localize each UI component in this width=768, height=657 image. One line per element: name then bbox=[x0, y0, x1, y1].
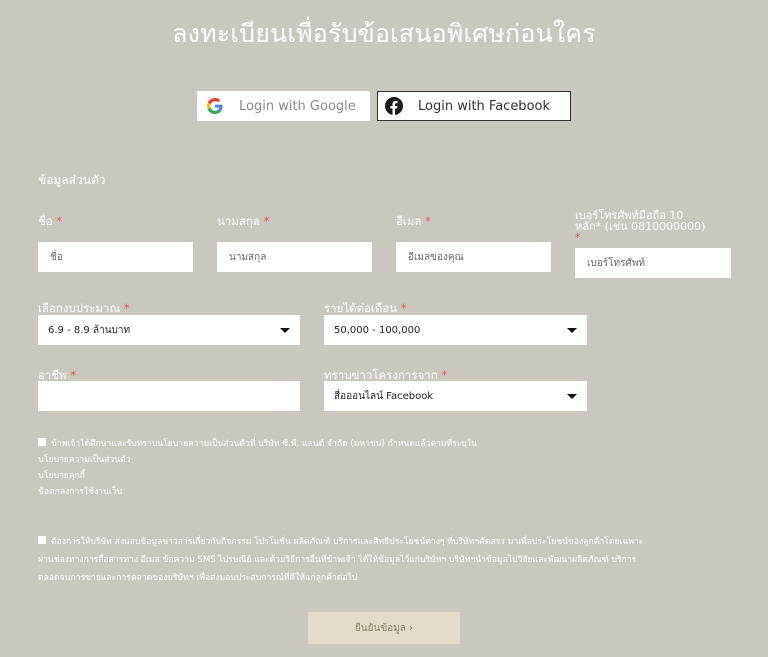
required-mark: * bbox=[263, 214, 270, 228]
login-facebook-button[interactable]: Login with Facebook bbox=[377, 91, 571, 121]
occupation-label-text: อาชีพ bbox=[38, 368, 67, 382]
source-value: สื่อออนไลน์ Facebook bbox=[334, 390, 434, 402]
email-label-text: อีเมล bbox=[396, 214, 422, 228]
consent-privacy: ข้าพเจ้าได้ศึกษาและรับทราบนโยบายความเป็น… bbox=[38, 436, 738, 500]
income-value: 50,000 - 100,000 bbox=[334, 324, 421, 336]
last-name-placeholder: นามสกุล bbox=[229, 251, 267, 263]
source-label: ทราบข่าวโครงการจาก * bbox=[324, 369, 447, 381]
chevron-down-icon bbox=[567, 328, 577, 333]
phone-label-line2: หลัก* (เช่น 0810000000) bbox=[575, 220, 706, 233]
login-facebook-label: Login with Facebook bbox=[418, 98, 550, 114]
budget-label: เลือกงบประมาณ * bbox=[38, 302, 130, 314]
first-name-label-text: ชื่อ bbox=[38, 214, 53, 228]
consent-marketing-line2: ผ่านช่องทางการสื่อสารทาง อีเมล ข้อความ S… bbox=[38, 555, 637, 565]
email-placeholder: อีเมลของคุณ bbox=[408, 251, 464, 263]
last-name-label-text: นามสกุล bbox=[217, 214, 260, 228]
cookie-policy-link[interactable]: นโยบายคุกกี้ bbox=[38, 468, 738, 484]
required-mark: * bbox=[400, 301, 407, 315]
required-mark: * bbox=[441, 368, 448, 382]
source-select[interactable]: สื่อออนไลน์ Facebook bbox=[324, 381, 587, 411]
chevron-down-icon bbox=[567, 394, 577, 399]
section-title-personal: ข้อมูลส่วนตัว bbox=[38, 173, 106, 187]
submit-label: ยืนยันข้อมูล › bbox=[354, 622, 414, 634]
registration-page: ลงทะเบียนเพื่อรับข้อเสนอพิเศษก่อนใคร Log… bbox=[0, 0, 768, 657]
occupation-label: อาชีพ * bbox=[38, 369, 76, 381]
consent-marketing: ต้องการให้บริษัท ส่งมอบข้อมูลข่าวสารเกี่… bbox=[38, 533, 748, 587]
consent-marketing-line1: ต้องการให้บริษัท ส่งมอบข้อมูลข่าวสารเกี่… bbox=[51, 537, 644, 547]
facebook-icon bbox=[384, 96, 404, 116]
required-mark: * bbox=[123, 301, 130, 315]
login-google-label: Login with Google bbox=[239, 98, 356, 114]
terms-of-use-link[interactable]: ข้อตกลงการใช้งานเว็บ bbox=[38, 484, 738, 500]
google-icon bbox=[205, 96, 225, 116]
submit-button[interactable]: ยืนยันข้อมูล › bbox=[308, 612, 460, 644]
first-name-input[interactable]: ชื่อ bbox=[38, 242, 193, 272]
page-title: ลงทะเบียนเพื่อรับข้อเสนอพิเศษก่อนใคร bbox=[172, 19, 596, 48]
login-google-button[interactable]: Login with Google bbox=[197, 91, 370, 121]
first-name-label: ชื่อ * bbox=[38, 215, 62, 227]
income-label: รายได้ต่อเดือน * bbox=[324, 302, 407, 314]
required-mark: * bbox=[70, 368, 77, 382]
source-label-text: ทราบข่าวโครงการจาก bbox=[324, 368, 438, 382]
required-mark: * bbox=[56, 214, 63, 228]
budget-label-text: เลือกงบประมาณ bbox=[38, 301, 121, 315]
checkbox-icon[interactable] bbox=[38, 438, 46, 446]
phone-input[interactable]: เบอร์โทรศัพท์ bbox=[575, 248, 731, 278]
first-name-placeholder: ชื่อ bbox=[50, 251, 63, 263]
income-select[interactable]: 50,000 - 100,000 bbox=[324, 315, 587, 345]
budget-value: 6.9 - 8.9 ล้านบาท bbox=[48, 324, 131, 336]
email-label: อีเมล * bbox=[396, 215, 431, 227]
email-input[interactable]: อีเมลของคุณ bbox=[396, 242, 551, 272]
last-name-input[interactable]: นามสกุล bbox=[217, 242, 372, 272]
consent-privacy-text: ข้าพเจ้าได้ศึกษาและรับทราบนโยบายความเป็น… bbox=[51, 439, 477, 449]
budget-select[interactable]: 6.9 - 8.9 ล้านบาท bbox=[38, 315, 300, 345]
privacy-policy-link[interactable]: นโยบายความเป็นส่วนตัว bbox=[38, 452, 738, 468]
checkbox-icon[interactable] bbox=[38, 536, 46, 544]
last-name-label: นามสกุล * bbox=[217, 215, 269, 227]
occupation-input[interactable] bbox=[38, 381, 300, 411]
required-mark: * bbox=[575, 231, 581, 244]
required-mark: * bbox=[425, 214, 431, 228]
phone-placeholder: เบอร์โทรศัพท์ bbox=[587, 257, 646, 269]
income-label-text: รายได้ต่อเดือน bbox=[324, 301, 398, 315]
phone-label: เบอร์โทรศัพท์มือถือ 10 หลัก* (เช่น 08100… bbox=[575, 210, 705, 243]
consent-marketing-line3: ตลอดจนการขายและการตลาดของบริษัทฯ เพื่อส่… bbox=[38, 573, 358, 583]
chevron-down-icon bbox=[280, 328, 290, 333]
